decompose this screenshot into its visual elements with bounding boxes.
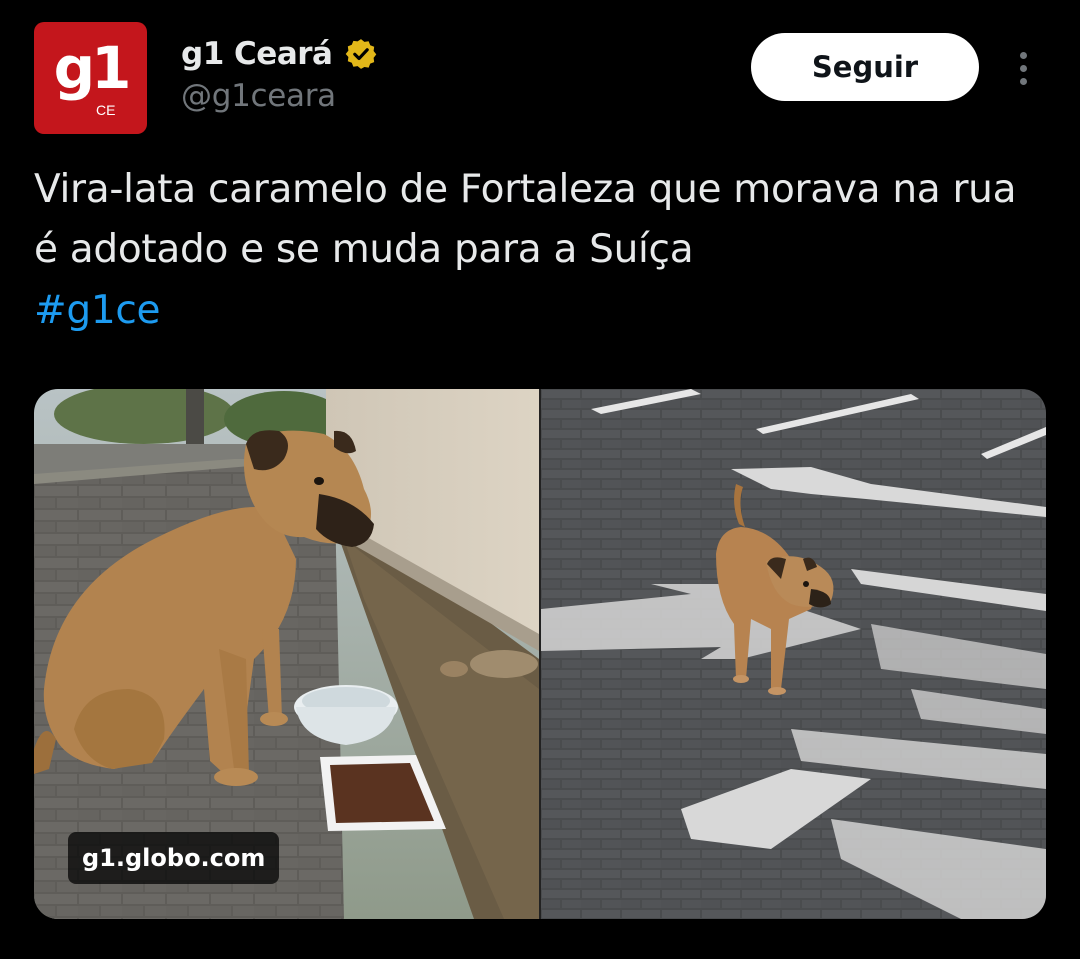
tweet-text: Vira-lata caramelo de Fortaleza que mora… (34, 167, 1017, 272)
verified-badge-icon (346, 39, 377, 69)
source-watermark: g1.globo.com (68, 832, 280, 884)
media-gallery[interactable]: g1.globo.com (34, 389, 1046, 919)
more-dot (1019, 77, 1027, 85)
user-name-row[interactable]: g1 Ceará (181, 32, 378, 76)
avatar-logo-subtext: CE (96, 102, 116, 118)
user-handle[interactable]: @g1ceara (181, 78, 336, 114)
photo-dog-walking[interactable] (541, 389, 1046, 919)
more-options-icon[interactable] (1008, 46, 1038, 90)
more-dot (1019, 64, 1027, 72)
avatar[interactable]: g1 CE (34, 22, 147, 134)
more-dot (1019, 51, 1027, 59)
dog-walking-illustration (541, 389, 1046, 919)
follow-button[interactable]: Seguir (751, 33, 979, 101)
user-name[interactable]: g1 Ceará (181, 36, 333, 72)
tweet: g1 CE g1 Ceará @g1ceara Seguir Vira-lata… (0, 0, 1080, 959)
avatar-logo-text: g1 (53, 34, 132, 102)
hashtag-link[interactable]: #g1ce (34, 281, 160, 341)
